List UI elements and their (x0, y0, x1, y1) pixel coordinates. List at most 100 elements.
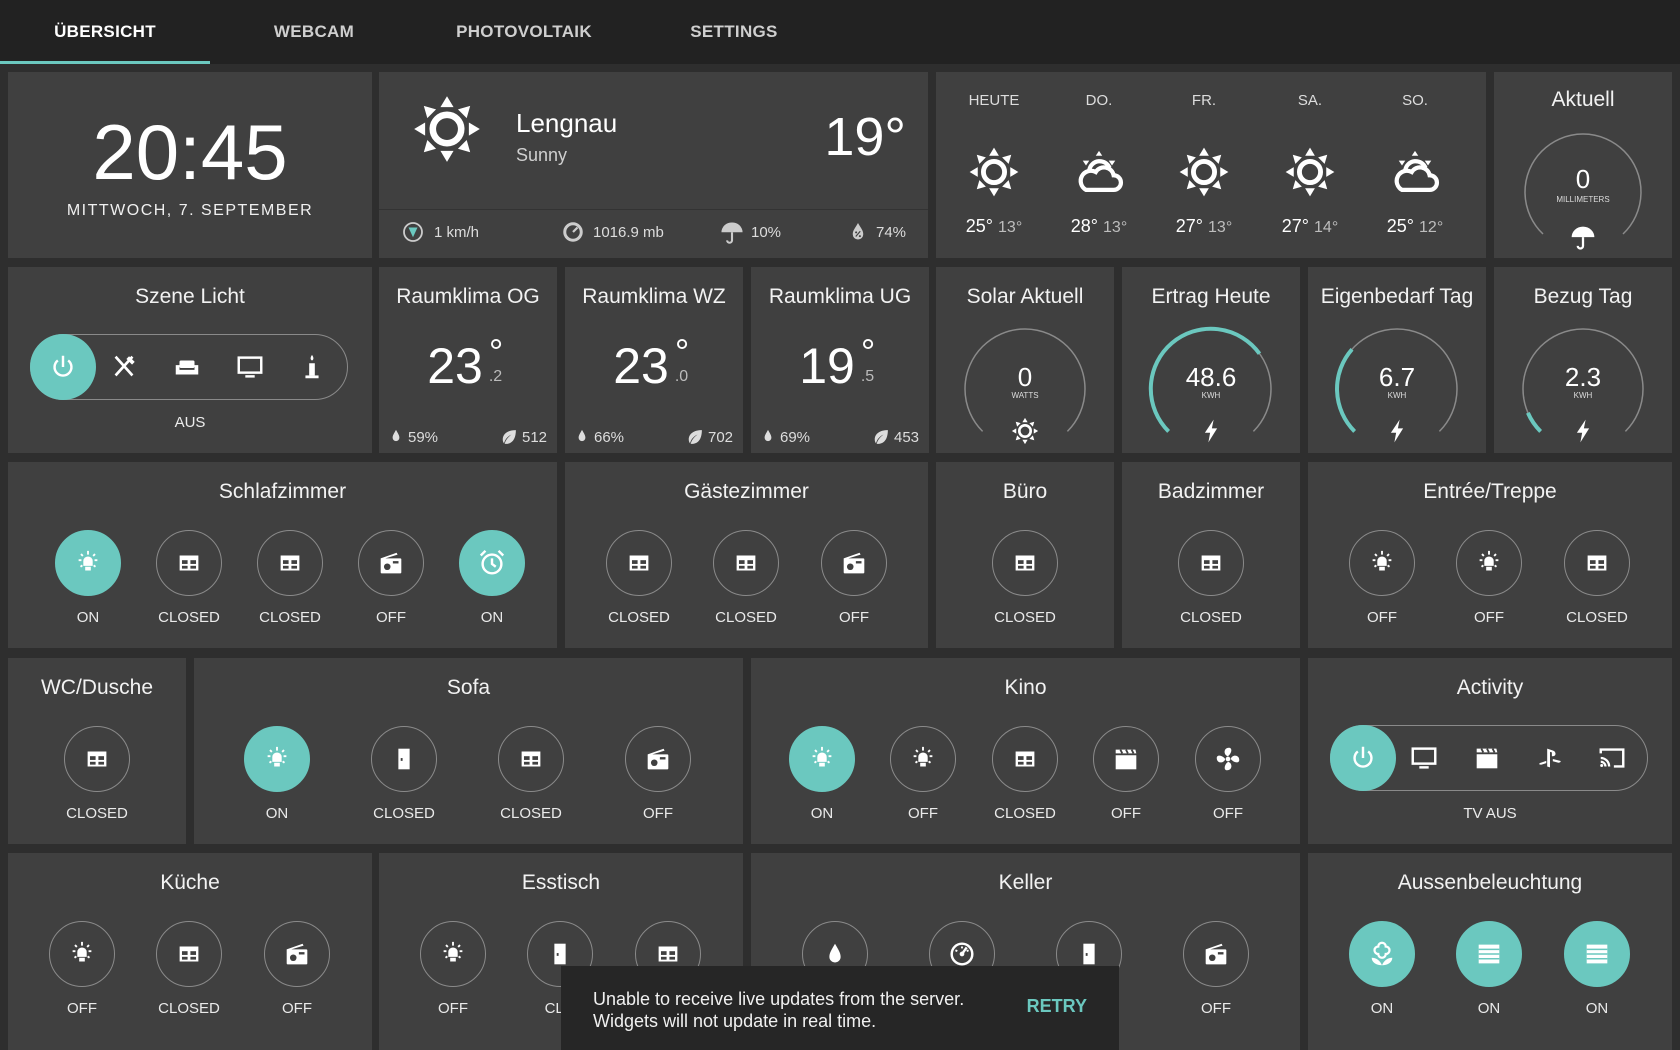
activity-movie-button[interactable] (1454, 725, 1520, 791)
room-toggle-button[interactable] (420, 921, 486, 987)
scene-tv-button[interactable] (217, 334, 283, 400)
degree-sign: ° (860, 331, 876, 372)
room-toggle-state: CLOSED (994, 805, 1056, 822)
room-toggle-button[interactable] (625, 726, 691, 792)
gauge-title: Eigenbedarf Tag (1320, 285, 1474, 308)
gauge-card: Bezug Tag 2.3 KWH (1494, 267, 1672, 453)
room-toggle-button[interactable] (606, 530, 672, 596)
gauge-unit: KWH (1573, 391, 1593, 400)
room-title: Esstisch (521, 871, 601, 894)
window-icon (174, 939, 204, 969)
room-toggle-button[interactable] (55, 530, 121, 596)
sofa-icon (172, 352, 202, 382)
room-toggle-button[interactable] (1564, 530, 1630, 596)
activity-off-button[interactable] (1329, 724, 1396, 791)
room-toggle-button[interactable] (1456, 921, 1522, 987)
room-toggle-state: CLOSED (608, 609, 670, 626)
radio-icon (1201, 939, 1231, 969)
umbrella-icon (719, 220, 745, 246)
room-card-entree: Entrée/Treppe OFF OFF CLOSED (1308, 462, 1672, 648)
leaf-icon (871, 427, 891, 447)
meter-icon (947, 939, 977, 969)
window-icon (1010, 744, 1040, 774)
climate-temperature: 23 ° .0 (565, 331, 743, 395)
activity-selector[interactable] (1329, 724, 1648, 791)
room-toggle-button[interactable] (1093, 726, 1159, 792)
room-toggle-button[interactable] (156, 530, 222, 596)
room-toggle-button[interactable] (713, 530, 779, 596)
room-toggle-button[interactable] (1564, 921, 1630, 987)
rain-widget: Aktuell 0 MILLIMETERS (1494, 72, 1672, 258)
room-toggle-button[interactable] (156, 921, 222, 987)
scene-off-button[interactable] (29, 333, 96, 400)
room-toggle-button[interactable] (257, 530, 323, 596)
forecast-temps: 25° 13° (944, 216, 1044, 237)
room-toggle-button[interactable] (1178, 530, 1244, 596)
room-card-kueche: Küche OFF CLOSED OFF (8, 853, 372, 1050)
window-icon (1196, 548, 1226, 578)
room-toggle-button[interactable] (1349, 921, 1415, 987)
room-toggle-state: ON (76, 609, 100, 626)
room-toggle-state: OFF (1474, 609, 1504, 626)
room-toggle-button[interactable] (1456, 530, 1522, 596)
room-toggle-button[interactable] (1349, 530, 1415, 596)
room-toggle-state: CLOSED (500, 805, 562, 822)
partly-cloudy-icon (1073, 146, 1125, 198)
gauge-value: 6.7 (1378, 362, 1416, 392)
activity-widget: Activity TV AUS (1308, 658, 1672, 844)
scene-selector[interactable] (29, 333, 348, 400)
degree-sign: ° (674, 331, 690, 372)
room-card-sofa: Sofa ON CLOSED CLOSED OFF (194, 658, 743, 844)
room-title: Büro (1002, 480, 1048, 503)
room-toggle-button[interactable] (244, 726, 310, 792)
forecast-high: 27° (1281, 216, 1309, 236)
room-toggle-button[interactable] (1183, 921, 1249, 987)
sun-icon (1284, 146, 1336, 198)
room-toggle-button[interactable] (992, 530, 1058, 596)
room-toggle-button[interactable] (371, 726, 437, 792)
activity-playstation-button[interactable] (1517, 725, 1583, 791)
light-icon (262, 744, 292, 774)
room-toggle-state: CLOSED (158, 1000, 220, 1017)
climate-temp-decimal: .0 (674, 368, 689, 385)
room-toggle-button[interactable] (821, 530, 887, 596)
room-toggle-button[interactable] (264, 921, 330, 987)
clock-date: MITTWOCH, 7. SEPTEMBER (66, 202, 314, 219)
tab-webcam[interactable]: WEBCAM (209, 0, 419, 64)
room-title: Küche (160, 871, 220, 894)
retry-button[interactable]: RETRY (1027, 996, 1087, 1017)
room-toggle-button[interactable] (49, 921, 115, 987)
climate-temp-suffix: ° .2 (489, 334, 509, 387)
tab-uebersicht[interactable]: ÜBERSICHT (0, 0, 210, 64)
room-title: WC/Dusche (40, 676, 154, 699)
radio-icon (643, 744, 673, 774)
climate-humidity: 69% (780, 429, 811, 446)
room-toggle-button[interactable] (459, 530, 525, 596)
room-toggle-button[interactable] (64, 726, 130, 792)
light-icon (438, 939, 468, 969)
climate-title: Raumklima UG (768, 285, 912, 308)
room-toggle-button[interactable] (890, 726, 956, 792)
activity-tv-button[interactable] (1391, 725, 1457, 791)
room-toggle-button[interactable] (992, 726, 1058, 792)
scene-candle-button[interactable] (279, 334, 345, 400)
activity-cast-button[interactable] (1579, 725, 1645, 791)
light-icon (1474, 548, 1504, 578)
room-card-gaestezimmer: Gästezimmer CLOSED CLOSED OFF (565, 462, 928, 648)
climate-humidity: 66% (594, 429, 625, 446)
gauge-value: 0 (1017, 362, 1033, 392)
room-toggle-button[interactable] (498, 726, 564, 792)
room-toggle-button[interactable] (789, 726, 855, 792)
room-toggle-button[interactable] (1195, 726, 1261, 792)
tab-settings[interactable]: SETTINGS (629, 0, 839, 64)
bolt-icon (1197, 417, 1225, 445)
room-toggle-button[interactable] (358, 530, 424, 596)
scene-dinner-button[interactable] (91, 334, 157, 400)
scene-sofa-button[interactable] (154, 334, 220, 400)
pressure-icon (561, 220, 585, 244)
room-toggle-state: CLOSED (715, 609, 777, 626)
tab-photovoltaik[interactable]: PHOTOVOLTAIK (419, 0, 629, 64)
room-title: Badzimmer (1157, 480, 1265, 503)
door-icon (389, 744, 419, 774)
climate-card: Raumklima OG 23 ° .2 59% 512 (379, 267, 557, 453)
